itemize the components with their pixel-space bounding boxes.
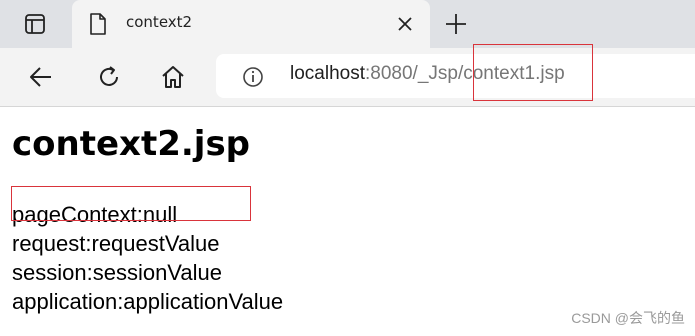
page-content: context2.jsp [12, 124, 250, 164]
home-icon[interactable] [160, 64, 186, 90]
pagecontext-annotation-box [11, 186, 251, 221]
address-bar[interactable]: localhost:8080/_Jsp/context1.jsp [216, 54, 695, 98]
output-line-request: request:requestValue [12, 231, 220, 256]
info-icon[interactable] [242, 66, 264, 88]
reload-icon[interactable] [96, 64, 122, 90]
back-icon[interactable] [28, 64, 54, 90]
page-heading: context2.jsp [12, 124, 251, 164]
close-icon[interactable] [396, 15, 414, 33]
plus-icon[interactable] [444, 12, 468, 36]
output-line-session: session:sessionValue [12, 260, 222, 285]
output-line-application: application:applicationValue [12, 289, 284, 314]
url-path-annotation-box [473, 44, 593, 101]
tab-strip: context2 [0, 0, 695, 48]
watermark: CSDN @会飞的鱼 [571, 310, 685, 326]
window-icon[interactable] [24, 13, 46, 35]
url-host: localhost [290, 63, 365, 84]
page-icon [90, 13, 106, 35]
active-tab[interactable]: context2 [72, 0, 430, 48]
tab-title: context2 [126, 13, 193, 31]
